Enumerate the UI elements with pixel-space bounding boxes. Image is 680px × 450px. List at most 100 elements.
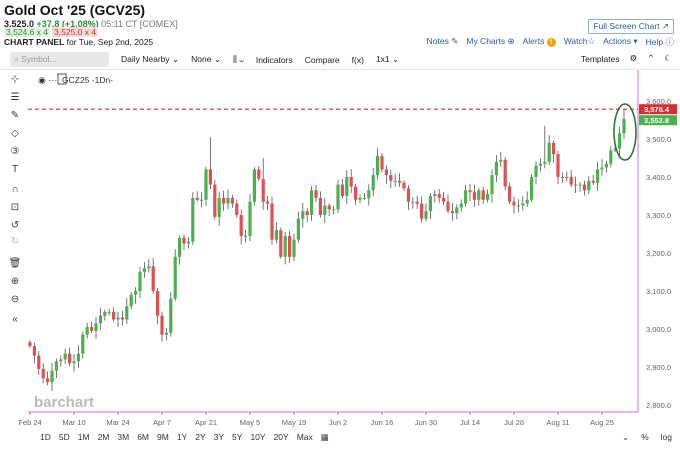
help-label: Help [645,37,664,47]
candle [270,196,274,245]
candle-body [345,177,349,196]
x-tick-label: May 19 [282,418,307,427]
candle [257,165,261,182]
alerts-link[interactable]: Alerts ! [523,36,556,48]
candle-body [164,332,168,335]
range-1m[interactable]: 1M [78,432,90,443]
candle-body [450,211,454,214]
my-charts-link[interactable]: My Charts ⊕ [466,36,514,48]
candle [420,196,424,223]
search-icon: ⌕ [14,54,19,64]
candle-body [85,327,89,335]
collapse-icon[interactable]: ⌃ [647,53,654,64]
candle [596,162,600,191]
range-9m[interactable]: 9M [157,432,169,443]
range-3m[interactable]: 3M [117,432,129,443]
candle-body [134,291,138,295]
compare-button[interactable]: Compare [305,55,340,65]
layout-dropdown[interactable]: 1x1 ⌄ [376,54,399,65]
candle-body [186,241,190,244]
candle-body [468,190,472,193]
x-tick-label: Aug 11 [546,418,569,427]
range-5y[interactable]: 5Y [232,432,242,443]
candle [195,191,199,202]
range-2m[interactable]: 2M [98,432,110,443]
candle-body [398,180,402,183]
candle-body [516,205,520,207]
full-screen-chart-button[interactable]: Full Screen Chart ↗ [588,19,674,34]
range-20y[interactable]: 20Y [274,432,289,443]
candle-body [464,190,468,204]
page-title: Gold Oct '25 (GCV25) [4,2,146,18]
range-6m[interactable]: 6M [137,432,149,443]
candle-body [490,175,494,195]
candle [477,188,481,206]
candle [164,327,168,341]
watch-link[interactable]: Watch☆ [564,36,595,48]
y-tick-label: 2,800.0 [646,401,671,410]
help-link[interactable]: Help ⓘ [646,36,674,48]
range-max[interactable]: Max [297,432,313,443]
candle [85,322,89,339]
candle-body [76,353,80,362]
candle-body [46,378,50,383]
symbol-search-input[interactable]: ⌕ Symbol... [10,52,109,67]
candle-body [538,163,542,166]
templates-button[interactable]: Templates [581,54,620,64]
chart-legend: ◉ ··· GCZ25 -1Dn- [38,73,113,85]
candle [578,181,582,192]
candle [32,342,36,364]
notes-link[interactable]: Notes ✎ [427,36,459,48]
candle [516,199,520,212]
candle [574,176,578,193]
fx-button[interactable]: f(x) [352,55,364,65]
candle-body [182,237,186,244]
candle-body [68,353,72,364]
period-dropdown[interactable]: Daily Nearby ⌄ [121,54,179,65]
candle-body [274,230,278,240]
range-5d[interactable]: 5D [59,432,70,443]
candle [59,355,63,367]
moon-icon[interactable]: ☾ [664,53,672,64]
candle-body [582,184,586,191]
candle-body [604,163,608,168]
scale-options: ⌄ % log [622,432,672,443]
overlay-dropdown[interactable]: None ⌄ [191,54,221,65]
range-1d[interactable]: 1D [40,432,51,443]
range-2y[interactable]: 2Y [195,432,205,443]
actions-menu[interactable]: Actions ▾ [603,36,638,48]
range-1y[interactable]: 1Y [177,432,187,443]
candle [481,186,485,204]
candle [151,257,155,294]
price-chart[interactable]: barchart 2,800.0 2,900.0 3,000.0 3,100.0 3,2… [0,70,680,430]
candle-body [279,230,283,257]
range-10y[interactable]: 10Y [250,432,265,443]
candle [530,173,534,202]
candle-body [120,317,124,320]
calendar-icon[interactable]: ▦ [321,432,329,443]
log-toggle[interactable]: log [661,432,672,443]
candle [261,158,265,210]
candle-body [94,323,98,331]
percent-toggle[interactable]: % [641,432,649,443]
candle-body [138,272,142,291]
x-tick-label: Jun 30 [415,418,438,427]
bar-type-dropdown[interactable]: ⫼ ⌄ [233,54,244,65]
candle [380,153,384,173]
eye-icon[interactable]: ◉ ··· [38,75,57,85]
candle-body [587,180,591,191]
candle-body [556,154,560,177]
candle [450,202,454,221]
expand-icon[interactable]: ⌄ [622,432,629,443]
candle [455,204,459,220]
candle [437,189,441,203]
range-3y[interactable]: 3Y [214,432,224,443]
bid-ask: 3,524.6 x 4 3,525.0 x 4 [4,26,99,37]
x-tick-label: Feb 24 [18,418,41,427]
candle [538,158,542,172]
indicators-button[interactable]: Indicators [256,55,293,65]
candle [547,135,551,165]
candle-body [574,184,578,186]
gear-icon[interactable]: ⚙ [630,53,638,64]
candle-body [525,199,529,204]
